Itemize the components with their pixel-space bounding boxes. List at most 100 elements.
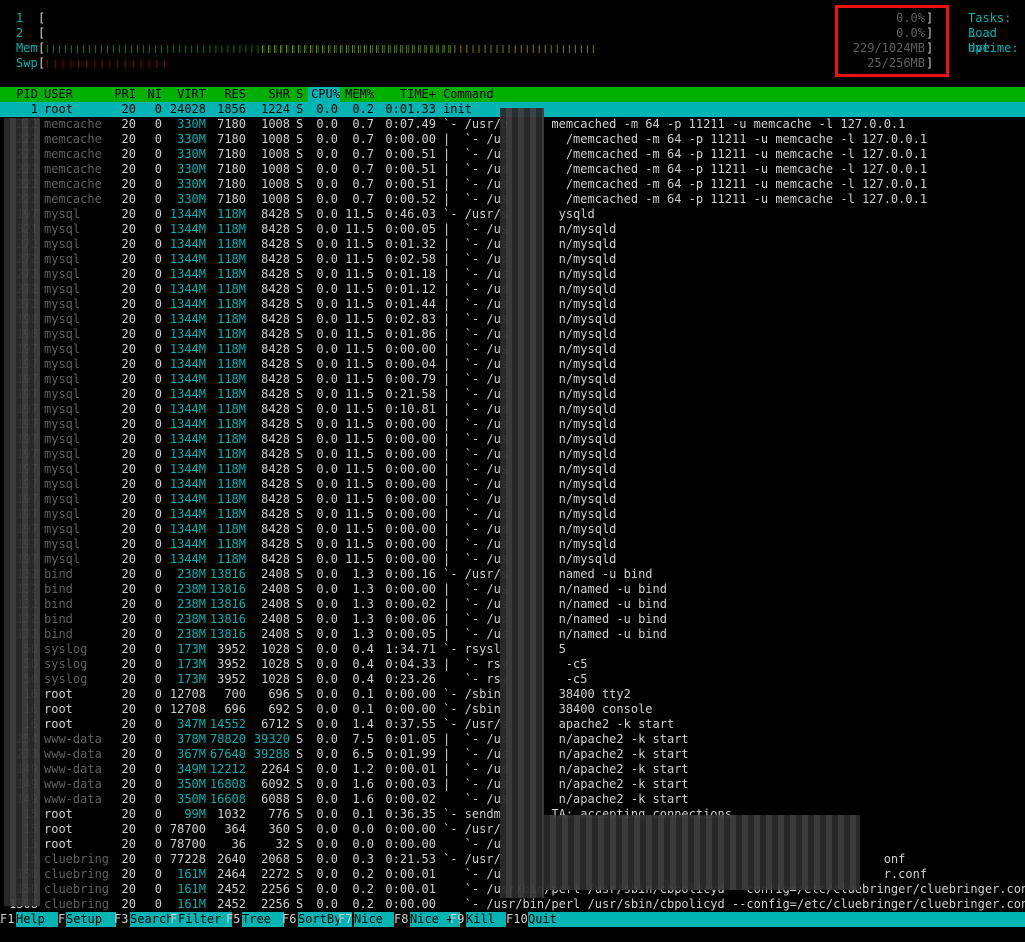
cpu2-open-bracket: [ bbox=[38, 26, 46, 40]
cell-mem: 11.5 bbox=[345, 357, 374, 371]
cell-ni: 0 bbox=[154, 387, 162, 401]
cell-shr: 2272 bbox=[261, 867, 290, 881]
cell-shr: 8428 bbox=[261, 282, 290, 296]
cell-user: bind bbox=[44, 627, 73, 641]
cell-s: S bbox=[296, 807, 304, 821]
cell-shr: 8428 bbox=[261, 372, 290, 386]
cell-mem: 11.5 bbox=[345, 462, 374, 476]
col-state[interactable]: S bbox=[296, 87, 306, 102]
cell-virt: 12708 bbox=[169, 702, 206, 716]
cell-shr: 8428 bbox=[261, 387, 290, 401]
cell-ni: 0 bbox=[154, 522, 162, 536]
fkey-f7[interactable]: F7 bbox=[338, 912, 352, 927]
col-shr[interactable]: SHR bbox=[250, 87, 290, 102]
cell-time: 0:00.00 bbox=[385, 132, 436, 146]
cell-user: mysql bbox=[44, 282, 81, 296]
cell-time: 0:00.79 bbox=[385, 372, 436, 386]
cell-virt: 1344M bbox=[169, 372, 206, 386]
cell-pri: 20 bbox=[121, 777, 136, 791]
cell-virt: 330M bbox=[177, 147, 206, 161]
fkey-f10[interactable]: F10 bbox=[506, 912, 528, 927]
fkey-f1[interactable]: F1 bbox=[0, 912, 14, 927]
fkey-f3[interactable]: F3 bbox=[114, 912, 128, 927]
cell-time: 0:00.00 bbox=[385, 837, 436, 851]
cell-pri: 20 bbox=[121, 882, 136, 896]
cell-s: S bbox=[296, 477, 304, 491]
cell-ni: 0 bbox=[154, 477, 162, 491]
fkey-label-nice[interactable]: Nice - bbox=[354, 912, 394, 941]
cell-virt: 238M bbox=[177, 597, 206, 611]
cell-pid: 1 bbox=[30, 102, 38, 116]
cell-s: S bbox=[296, 282, 304, 296]
cell-res: 7180 bbox=[217, 177, 246, 191]
fkey-label-quit[interactable]: Quit bbox=[528, 912, 557, 927]
swp-bars-used: |||||||||||||||| bbox=[45, 59, 171, 68]
cell-ni: 0 bbox=[154, 552, 162, 566]
cell-pri: 20 bbox=[121, 447, 136, 461]
fkey-label-kill[interactable]: Kill bbox=[466, 912, 506, 927]
fkey-label-tree[interactable]: Tree bbox=[242, 912, 284, 927]
cell-time: 1:34.71 bbox=[385, 642, 436, 656]
cell-res: 13816 bbox=[209, 582, 246, 596]
cell-virt: 238M bbox=[177, 627, 206, 641]
cell-cpu: 0.0 bbox=[316, 537, 338, 551]
cell-time: 0:36.35 bbox=[385, 807, 436, 821]
cell-user: www-data bbox=[44, 747, 102, 761]
col-mem[interactable]: MEM% bbox=[342, 87, 374, 102]
fkey-f9[interactable]: F9 bbox=[450, 912, 464, 927]
table-row[interactable]: 1508cluebring200161M24522256S0.00.20:00.… bbox=[0, 897, 1025, 912]
cell-cpu: 0.0 bbox=[316, 222, 338, 236]
cell-cpu: 0.0 bbox=[316, 342, 338, 356]
cell-user: www-data bbox=[44, 732, 102, 746]
cell-time: 0:46.03 bbox=[385, 207, 436, 221]
cell-mem: 0.3 bbox=[352, 852, 374, 866]
cell-user: memcache bbox=[44, 132, 102, 146]
col-pri[interactable]: PRI bbox=[114, 87, 136, 102]
cell-pri: 20 bbox=[121, 402, 136, 416]
col-user[interactable]: USER bbox=[44, 87, 73, 102]
cell-virt: 1344M bbox=[169, 252, 206, 266]
cell-mem: 11.5 bbox=[345, 507, 374, 521]
cell-res: 16608 bbox=[209, 792, 246, 806]
col-time[interactable]: TIME+ bbox=[380, 87, 436, 102]
col-virt[interactable]: VIRT bbox=[176, 87, 206, 102]
col-cpu-sorted[interactable]: CPU% bbox=[308, 87, 340, 102]
cell-ni: 0 bbox=[154, 297, 162, 311]
cell-user: www-data bbox=[44, 762, 102, 776]
cell-virt: 1344M bbox=[169, 207, 206, 221]
cell-res: 16808 bbox=[209, 777, 246, 791]
fkey-label-filter[interactable]: Filter bbox=[178, 912, 232, 927]
cell-mem: 11.5 bbox=[345, 432, 374, 446]
fkey-label-setup[interactable]: Setup bbox=[66, 912, 116, 927]
cell-mem: 11.5 bbox=[345, 312, 374, 326]
cell-mem: 11.5 bbox=[345, 342, 374, 356]
mem-label: Mem bbox=[16, 41, 38, 55]
cell-shr: 8428 bbox=[261, 552, 290, 566]
cell-virt: 1344M bbox=[169, 477, 206, 491]
cell-res: 78820 bbox=[209, 732, 246, 746]
cell-mem: 0.1 bbox=[352, 687, 374, 701]
fkey-f6[interactable]: F6 bbox=[282, 912, 296, 927]
cell-shr: 360 bbox=[268, 822, 290, 836]
cell-user: mysql bbox=[44, 552, 81, 566]
cell-virt: 1344M bbox=[169, 522, 206, 536]
redacted-pid-column bbox=[4, 118, 40, 906]
cell-cpu: 0.0 bbox=[316, 357, 338, 371]
fkey-label-help[interactable]: Help bbox=[16, 912, 58, 927]
cell-res: 13816 bbox=[209, 597, 246, 611]
cell-s: S bbox=[296, 582, 304, 596]
fkey-f8[interactable]: F8 bbox=[394, 912, 408, 927]
fkey-f5[interactable]: F5 bbox=[226, 912, 240, 927]
cell-cpu: 0.0 bbox=[316, 897, 338, 911]
cell-shr: 2256 bbox=[261, 882, 290, 896]
col-command[interactable]: Command bbox=[443, 87, 494, 102]
cell-shr: 1008 bbox=[261, 192, 290, 206]
col-pid[interactable]: PID bbox=[0, 87, 38, 102]
cell-virt: 1344M bbox=[169, 267, 206, 281]
col-ni[interactable]: NI bbox=[144, 87, 162, 102]
function-bar-filler bbox=[556, 912, 1025, 927]
cell-res: 700 bbox=[224, 687, 246, 701]
col-res[interactable]: RES bbox=[206, 87, 246, 102]
cell-shr: 8428 bbox=[261, 312, 290, 326]
cell-mem: 0.4 bbox=[352, 657, 374, 671]
